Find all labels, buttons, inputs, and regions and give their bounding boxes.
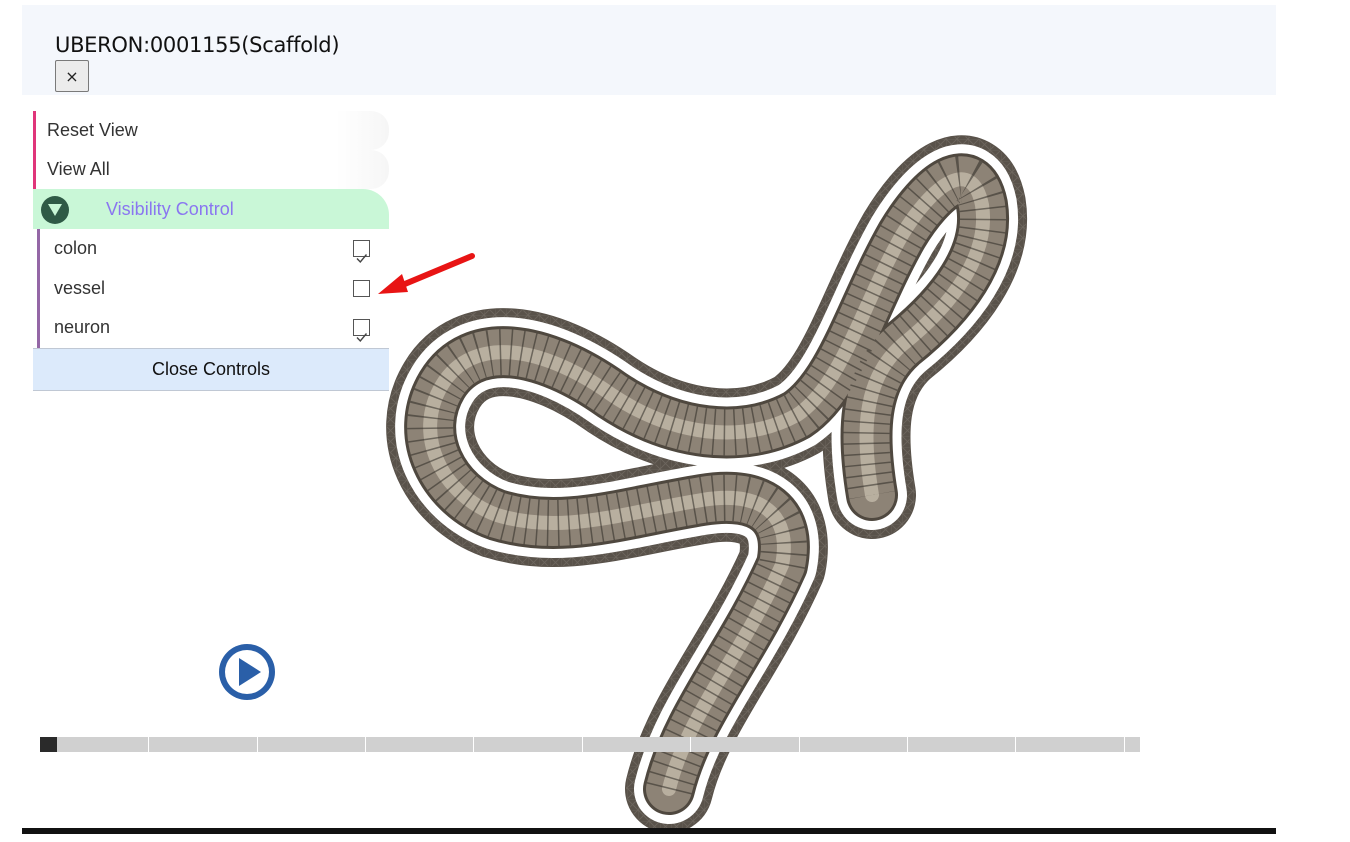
timeline-tick	[1015, 737, 1016, 752]
folder-title: Visibility Control	[106, 199, 234, 219]
view-all-button[interactable]: View All	[33, 150, 389, 189]
close-controls-button[interactable]: Close Controls	[33, 347, 389, 391]
timeline-tick	[148, 737, 149, 752]
visibility-control-folder[interactable]: Visibility Control	[33, 189, 389, 229]
vessel-checkbox[interactable]	[353, 279, 370, 297]
timeline-tick	[582, 737, 583, 752]
timeline-tick	[907, 737, 908, 752]
triangle-down-icon	[41, 196, 69, 224]
timeline-tick	[365, 737, 366, 752]
neuron-checkbox[interactable]	[353, 319, 370, 343]
close-button[interactable]: ×	[55, 60, 89, 92]
control-panel: Reset View View All Visibility Control c…	[33, 111, 389, 391]
window-header: UBERON:0001155(Scaffold) ×	[22, 5, 1276, 95]
window-title: UBERON:0001155(Scaffold)	[55, 33, 340, 57]
timeline-tick	[257, 737, 258, 752]
visibility-item-label: neuron	[54, 317, 111, 337]
visibility-item-vessel[interactable]: vessel	[37, 268, 389, 308]
bottom-border	[22, 828, 1276, 834]
play-icon[interactable]	[218, 643, 276, 701]
time-slider[interactable]	[40, 737, 1140, 752]
time-slider-progress	[40, 737, 57, 752]
visibility-item-label: vessel	[54, 277, 106, 298]
visibility-item-colon[interactable]: colon	[37, 229, 389, 269]
timeline-tick	[1124, 737, 1125, 752]
visibility-item-neuron[interactable]: neuron	[37, 308, 389, 348]
scaffold-window: UBERON:0001155(Scaffold) × Reset View Vi…	[22, 5, 1276, 828]
colon-checkbox[interactable]	[353, 240, 370, 264]
reset-view-button[interactable]: Reset View	[33, 111, 389, 150]
timeline-tick	[799, 737, 800, 752]
3d-viewer[interactable]: Reset View View All Visibility Control c…	[22, 95, 1276, 828]
timeline-tick	[690, 737, 691, 752]
timeline-tick	[473, 737, 474, 752]
visibility-item-label: colon	[54, 238, 98, 258]
annotation-arrow-icon	[378, 253, 475, 294]
